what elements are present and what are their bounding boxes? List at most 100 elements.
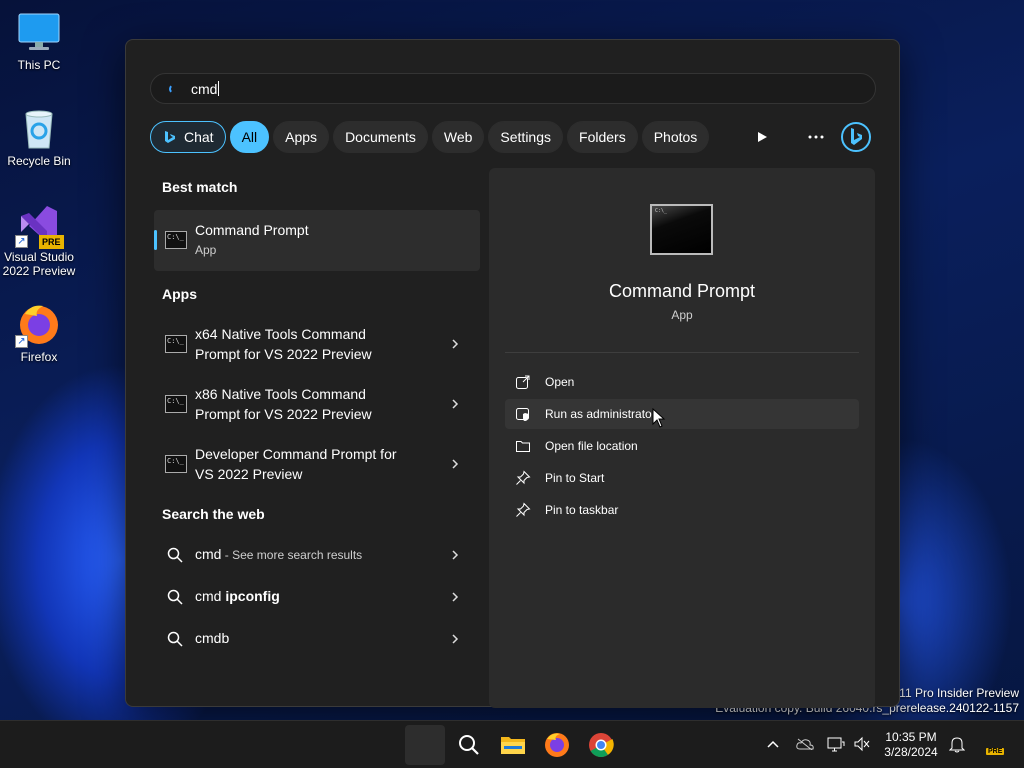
result-name: Command Prompt [195, 222, 309, 238]
filter-all[interactable]: All [229, 121, 270, 153]
result-name-line: x64 Native Tools Command [195, 326, 366, 342]
bing-chat-icon [165, 131, 175, 143]
desktop-icon-label: Recycle Bin [7, 154, 71, 168]
search-web-heading: Search the web [162, 506, 265, 522]
filter-bar-actions [746, 121, 872, 153]
web-term: cmd [195, 588, 226, 604]
search-query-text: cmd [191, 80, 218, 97]
search-icon [167, 589, 183, 605]
list-item[interactable]: C:\_ Developer Command Prompt for VS 202… [154, 434, 480, 494]
action-label: Run as administrato [545, 407, 652, 421]
action-label: Open file location [545, 439, 638, 453]
desktop-icon-recycle-bin[interactable]: Recycle Bin [1, 106, 77, 168]
filter-label: Documents [345, 129, 416, 145]
clock[interactable]: 10:35 PM 3/28/2024 [880, 730, 942, 760]
insider-pre-badge: PRE [986, 748, 1005, 755]
pin-to-start-action[interactable]: Pin to Start [505, 463, 859, 493]
result-name-line: Prompt for VS 2022 Preview [195, 346, 372, 362]
details-title: Command Prompt [608, 281, 756, 301]
filter-apps[interactable]: Apps [273, 121, 330, 153]
volume-button[interactable] [851, 733, 873, 755]
taskbar: 10:35 PM 3/28/2024 PRE [0, 720, 1024, 768]
show-hidden-icons-button[interactable] [762, 733, 784, 755]
more-filters-button[interactable] [746, 121, 778, 153]
command-prompt-icon: C:\_ [165, 455, 187, 473]
firefox-icon [545, 733, 569, 757]
desktop-icon-label: This PC [17, 58, 61, 72]
filter-photos[interactable]: Photos [641, 121, 710, 153]
desktop-icon-this-pc[interactable]: This PC [1, 10, 77, 72]
filter-web[interactable]: Web [431, 121, 485, 153]
taskbar-search-button[interactable] [449, 725, 489, 765]
open-action[interactable]: Open [505, 367, 859, 397]
onedrive-button[interactable] [794, 733, 816, 755]
chevron-right-icon [452, 459, 459, 469]
desktop-icon-firefox[interactable]: ↗ Firefox [1, 302, 77, 364]
selection-indicator [154, 230, 157, 250]
result-name-line: Developer Command Prompt for [195, 446, 397, 462]
web-term: cmd [195, 546, 222, 562]
run-as-administrator-action[interactable]: Run as administrato [505, 399, 859, 429]
chevron-right-icon [452, 339, 459, 349]
clock-date: 3/28/2024 [884, 745, 938, 759]
speaker-muted-icon [854, 736, 870, 752]
web-result-item[interactable]: cmdb [154, 619, 480, 659]
loading-spinner-icon [169, 83, 179, 94]
bing-icon [841, 122, 871, 152]
filter-label: Apps [285, 129, 318, 145]
clock-time: 10:35 PM [885, 730, 937, 744]
chevron-right-icon [452, 550, 459, 560]
open-file-location-action[interactable]: Open file location [505, 431, 859, 461]
shortcut-arrow-icon: ↗ [15, 235, 28, 248]
search-panel: cmd Chat All Apps Documents Web Settings… [125, 39, 900, 708]
pin-icon [516, 502, 531, 517]
action-label: Open [545, 375, 575, 389]
list-item[interactable]: C:\_ x64 Native Tools Command Prompt for… [154, 314, 480, 374]
web-result-item[interactable]: cmd ipconfig [154, 577, 480, 617]
filter-label: Settings [500, 129, 552, 145]
start-button[interactable] [405, 725, 445, 765]
visual-studio-icon: PRE ↗ [15, 202, 64, 249]
notifications-button[interactable] [946, 733, 968, 755]
list-item[interactable]: C:\_ x86 Native Tools Command Prompt for… [154, 374, 480, 434]
result-type: App [195, 243, 217, 257]
bing-button[interactable] [840, 121, 872, 153]
folder-icon [516, 441, 530, 452]
search-icon [167, 547, 183, 563]
mouse-cursor-icon [652, 408, 666, 428]
filter-folders[interactable]: Folders [567, 121, 638, 153]
file-explorer-button[interactable] [493, 725, 533, 765]
filter-label: Folders [579, 129, 626, 145]
options-button[interactable] [800, 121, 832, 153]
pin-to-taskbar-action[interactable]: Pin to taskbar [505, 495, 859, 525]
firefox-taskbar-button[interactable] [537, 725, 577, 765]
monitor-icon [17, 10, 61, 54]
web-result-item[interactable]: cmd - See more search results [154, 535, 480, 575]
desktop-icon-label: Firefox [20, 350, 58, 364]
admin-shield-icon [516, 408, 529, 421]
pre-badge: PRE [39, 235, 64, 249]
bell-icon [949, 737, 965, 753]
details-pane: C:\_ Command Prompt App Open Run as admi… [489, 168, 875, 708]
search-input[interactable]: cmd [150, 73, 876, 104]
filter-documents[interactable]: Documents [333, 121, 428, 153]
filter-label: All [241, 129, 258, 145]
filter-settings[interactable]: Settings [488, 121, 564, 153]
search-filter-bar: Chat All Apps Documents Web Settings Fol… [150, 121, 713, 153]
desktop-icon-label: Visual Studio [4, 250, 74, 264]
recycle-bin-icon [17, 106, 61, 150]
desktop-icon-visual-studio[interactable]: PRE ↗ Visual Studio 2022 Preview [1, 202, 77, 278]
command-prompt-icon: C:\_ [165, 335, 187, 353]
chrome-icon [589, 733, 614, 757]
chevron-right-icon [452, 592, 459, 602]
result-name-line: x86 Native Tools Command [195, 386, 366, 402]
open-external-icon [516, 375, 530, 389]
best-match-item[interactable]: C:\_ Command Prompt App [154, 210, 480, 271]
chrome-taskbar-button[interactable] [581, 725, 621, 765]
divider [505, 352, 859, 353]
chevron-right-icon [452, 399, 459, 409]
result-name-line: VS 2022 Preview [195, 466, 303, 482]
ellipsis-icon [808, 135, 824, 139]
network-button[interactable] [825, 733, 847, 755]
filter-chat[interactable]: Chat [150, 121, 226, 153]
